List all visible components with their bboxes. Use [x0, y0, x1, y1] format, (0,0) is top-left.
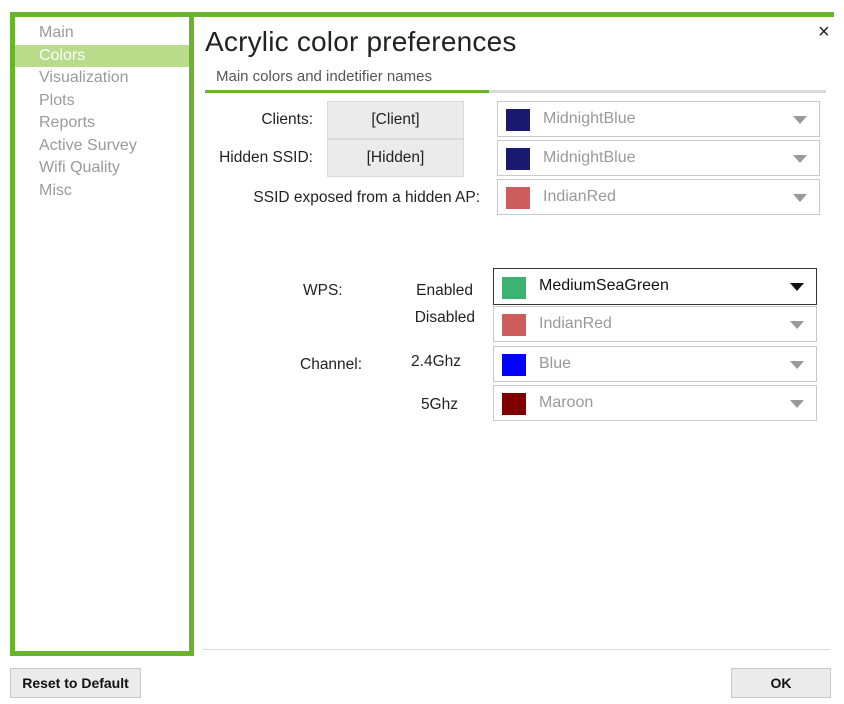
sidebar-item-plots[interactable]: Plots	[15, 90, 189, 113]
channel-5ghz-label: 5Ghz	[420, 396, 458, 413]
color-name: Blue	[539, 355, 572, 372]
color-swatch	[502, 354, 526, 376]
sidebar-item-main[interactable]: Main	[15, 22, 189, 45]
channel-5ghz-color-select[interactable]: Maroon	[493, 385, 817, 421]
clients-color-select[interactable]: MidnightBlue	[497, 101, 820, 137]
ok-button[interactable]: OK	[731, 668, 831, 698]
reset-to-default-button[interactable]: Reset to Default	[10, 668, 141, 698]
sidebar-item-wifi-quality[interactable]: Wifi Quality	[15, 157, 189, 180]
wps-disabled-label: Disabled	[414, 309, 475, 326]
hidden-ssid-color-select[interactable]: MidnightBlue	[497, 140, 820, 176]
channel-24ghz-color-select[interactable]: Blue	[493, 346, 817, 382]
color-swatch	[506, 187, 530, 209]
color-name: Maroon	[539, 394, 594, 411]
wps-enabled-color-select[interactable]: MediumSeaGreen	[493, 268, 817, 305]
wps-disabled-color-select[interactable]: IndianRed	[493, 306, 817, 342]
top-accent-bar	[190, 12, 834, 17]
chevron-down-icon	[790, 283, 804, 291]
sidebar-item-active-survey[interactable]: Active Survey	[15, 135, 189, 158]
chevron-down-icon	[793, 194, 807, 202]
footer-divider	[203, 649, 830, 650]
sidebar: Main Colors Visualization Plots Reports …	[10, 12, 194, 656]
clients-name-field[interactable]: [Client]	[327, 101, 464, 139]
ssid-exposed-color-select[interactable]: IndianRed	[497, 179, 820, 215]
color-name: MidnightBlue	[543, 149, 636, 166]
chevron-down-icon	[790, 361, 804, 369]
sidebar-item-reports[interactable]: Reports	[15, 112, 189, 135]
sidebar-list: Main Colors Visualization Plots Reports …	[15, 22, 189, 202]
color-name: IndianRed	[543, 188, 616, 205]
sidebar-item-colors[interactable]: Colors	[15, 44, 189, 67]
page-title: Acrylic color preferences	[205, 26, 517, 57]
hidden-ssid-label: Hidden SSID:	[219, 149, 313, 166]
tab-underline-active	[205, 90, 489, 93]
wps-enabled-label: Enabled	[416, 282, 473, 299]
channel-label: Channel:	[300, 356, 363, 373]
color-name: MediumSeaGreen	[539, 277, 669, 294]
chevron-down-icon	[793, 116, 807, 124]
color-name: MidnightBlue	[543, 110, 636, 127]
wps-label: WPS:	[303, 282, 343, 299]
sidebar-item-misc[interactable]: Misc	[15, 180, 189, 203]
color-swatch	[502, 314, 526, 336]
hidden-ssid-name-field[interactable]: [Hidden]	[327, 139, 464, 177]
color-swatch	[502, 393, 526, 415]
color-swatch	[506, 109, 530, 131]
color-name: IndianRed	[539, 315, 612, 332]
chevron-down-icon	[790, 400, 804, 408]
clients-label: Clients:	[261, 111, 313, 128]
sidebar-item-visualization[interactable]: Visualization	[15, 67, 189, 90]
ssid-exposed-label: SSID exposed from a hidden AP:	[253, 189, 480, 206]
color-swatch	[502, 277, 526, 299]
chevron-down-icon	[790, 321, 804, 329]
chevron-down-icon	[793, 155, 807, 163]
channel-24ghz-label: 2.4Ghz	[411, 353, 461, 370]
close-icon[interactable]: ×	[818, 20, 830, 44]
tab-main-colors[interactable]: Main colors and indetifier names	[216, 68, 432, 85]
color-swatch	[506, 148, 530, 170]
